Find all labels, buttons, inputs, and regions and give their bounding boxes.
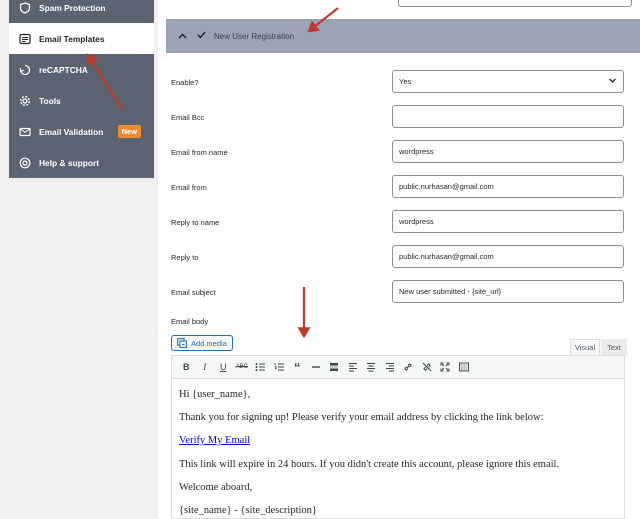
email-bcc-field[interactable] [392, 105, 624, 128]
sidebar-item-spam-protection[interactable]: Spam Protection [9, 0, 154, 23]
bold-icon[interactable]: B [177, 358, 196, 376]
read-more-icon[interactable] [325, 358, 344, 376]
checkmark-icon [197, 31, 206, 41]
horizontal-rule-icon[interactable] [307, 358, 326, 376]
reply-to-name-label: Reply to name [171, 218, 220, 227]
sidebar-item-tools[interactable]: Tools [9, 85, 154, 116]
sidebar-item-help-support[interactable]: Help & support [9, 147, 154, 178]
email-body-label: Email body [171, 317, 209, 326]
numbered-list-icon[interactable] [270, 358, 289, 376]
enable-label: Enable? [171, 78, 199, 87]
sidebar-item-label: Tools [39, 95, 61, 106]
sidebar-item-label: Spam Protection [39, 2, 106, 13]
reply-to-name-field[interactable]: wordpress [392, 210, 624, 233]
accordion-title: New User Registration [214, 31, 295, 41]
shield-icon [19, 1, 31, 14]
underline-icon[interactable]: U [214, 358, 233, 376]
recaptcha-icon [19, 64, 31, 75]
help-icon [19, 157, 31, 168]
email-from-name-field[interactable]: wordpress [392, 140, 624, 163]
body-line-2: This link will expire in 24 hours. If yo… [179, 459, 560, 470]
align-center-icon[interactable] [362, 358, 381, 376]
email-from-name-label: Email from name [171, 148, 228, 157]
tab-visual[interactable]: Visual [570, 339, 600, 355]
add-media-label: Add media [191, 338, 227, 348]
italic-icon[interactable]: I [196, 358, 215, 376]
enable-select-value: Yes [399, 77, 412, 86]
previous-field-stub[interactable] [398, 0, 632, 7]
toolbar-toggle-icon[interactable] [455, 358, 474, 376]
editor-toolbar: B I U ABC “ [171, 355, 625, 379]
sidebar-item-label: Help & support [39, 157, 100, 168]
sidebar-item-email-templates[interactable]: Email Templates [9, 23, 154, 54]
sidebar-item-label: Email Templates [39, 33, 105, 44]
chevron-up-icon[interactable] [178, 32, 187, 41]
body-signature: {site_name} - {site_description} [179, 505, 317, 516]
align-left-icon[interactable] [344, 358, 363, 376]
email-template-panel: New User Registration Enable? Yes Email … [158, 0, 640, 519]
tab-text[interactable]: Text [601, 339, 627, 355]
body-line-3: Welcome aboard, [179, 482, 253, 493]
verify-email-link[interactable]: Verify My Email [179, 435, 250, 446]
blockquote-icon[interactable]: “ [288, 358, 307, 376]
email-bcc-label: Email Bcc [171, 113, 205, 122]
remove-link-icon[interactable] [418, 358, 437, 376]
reply-to-label: Reply to [171, 253, 199, 262]
email-template-icon [19, 33, 31, 44]
body-greeting: Hi {user_name}, [179, 389, 251, 400]
gear-icon [19, 95, 31, 106]
email-from-label: Email from [171, 183, 207, 192]
email-subject-label: Email subject [171, 288, 216, 297]
email-subject-field[interactable]: New user submitted - {site_url} [392, 280, 624, 303]
enable-select[interactable]: Yes [392, 70, 624, 93]
insert-link-icon[interactable] [399, 358, 418, 376]
accordion-header-new-user-registration[interactable]: New User Registration [166, 19, 640, 53]
sidebar-item-recaptcha[interactable]: reCAPTCHA [9, 54, 154, 85]
body-line-1: Thank you for signing up! Please verify … [179, 412, 544, 423]
media-icon [177, 338, 187, 348]
reply-to-field[interactable]: public.nurhasan@gmail.com [392, 245, 624, 268]
align-right-icon[interactable] [381, 358, 400, 376]
sidebar-item-label: Email Validation [39, 126, 104, 137]
sidebar-item-email-validation[interactable]: Email Validation New [9, 116, 154, 147]
fullscreen-icon[interactable] [436, 358, 455, 376]
email-from-field[interactable]: public.nurhasan@gmail.com [392, 175, 624, 198]
add-media-button[interactable]: Add media [171, 335, 233, 351]
bullet-list-icon[interactable] [251, 358, 270, 376]
sidebar-item-label: reCAPTCHA [39, 64, 88, 75]
strikethrough-icon[interactable]: ABC [233, 358, 252, 376]
email-check-icon [19, 127, 31, 136]
email-body-editor[interactable]: Hi {user_name}, Thank you for signing up… [171, 379, 625, 519]
chevron-down-icon [609, 78, 616, 83]
new-badge: New [117, 125, 141, 138]
settings-sidebar: Spam Protection Email Templates reCAPTCH… [9, 0, 154, 178]
